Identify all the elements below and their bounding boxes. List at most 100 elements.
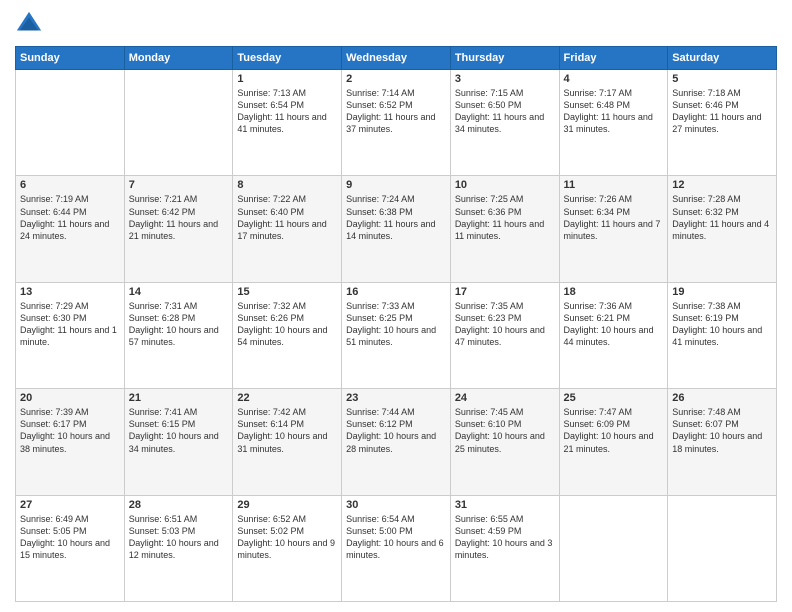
day-info: Sunrise: 6:55 AM Sunset: 4:59 PM Dayligh… [455,513,555,562]
day-cell: 27 Sunrise: 6:49 AM Sunset: 5:05 PM Dayli… [16,495,125,601]
day-number: 19 [672,286,772,298]
day-number: 20 [20,392,120,404]
day-number: 11 [564,179,664,191]
day-number: 14 [129,286,229,298]
day-number: 23 [346,392,446,404]
day-info: Sunrise: 7:42 AM Sunset: 6:14 PM Dayligh… [237,406,337,455]
day-number: 12 [672,179,772,191]
day-number: 8 [237,179,337,191]
weekday-header-row: SundayMondayTuesdayWednesdayThursdayFrid… [16,47,777,70]
day-info: Sunrise: 7:35 AM Sunset: 6:23 PM Dayligh… [455,300,555,349]
day-number: 24 [455,392,555,404]
day-number: 6 [20,179,120,191]
day-number: 22 [237,392,337,404]
day-number: 25 [564,392,664,404]
day-number: 29 [237,499,337,511]
day-number: 16 [346,286,446,298]
day-cell: 4 Sunrise: 7:17 AM Sunset: 6:48 PM Daylig… [559,70,668,176]
day-number: 2 [346,73,446,85]
weekday-header-thursday: Thursday [450,47,559,70]
day-number: 9 [346,179,446,191]
day-number: 5 [672,73,772,85]
day-info: Sunrise: 7:21 AM Sunset: 6:42 PM Dayligh… [129,193,229,242]
day-info: Sunrise: 7:48 AM Sunset: 6:07 PM Dayligh… [672,406,772,455]
day-cell: 22 Sunrise: 7:42 AM Sunset: 6:14 PM Dayli… [233,389,342,495]
day-number: 26 [672,392,772,404]
day-cell: 7 Sunrise: 7:21 AM Sunset: 6:42 PM Daylig… [124,176,233,282]
week-row-5: 27 Sunrise: 6:49 AM Sunset: 5:05 PM Dayli… [16,495,777,601]
day-info: Sunrise: 7:18 AM Sunset: 6:46 PM Dayligh… [672,87,772,136]
day-cell: 18Sunrise: 7:36 AM Sunset: 6:21 PM Dayli… [559,282,668,388]
day-info: Sunrise: 7:14 AM Sunset: 6:52 PM Dayligh… [346,87,446,136]
day-cell: 24 Sunrise: 7:45 AM Sunset: 6:10 PM Dayli… [450,389,559,495]
week-row-1: 1 Sunrise: 7:13 AM Sunset: 6:54 PM Daylig… [16,70,777,176]
day-cell: 14 Sunrise: 7:31 AM Sunset: 6:28 PM Dayli… [124,282,233,388]
weekday-header-tuesday: Tuesday [233,47,342,70]
day-info: Sunrise: 7:33 AM Sunset: 6:25 PM Dayligh… [346,300,446,349]
day-info: Sunrise: 7:24 AM Sunset: 6:38 PM Dayligh… [346,193,446,242]
day-info: Sunrise: 7:39 AM Sunset: 6:17 PM Dayligh… [20,406,120,455]
week-row-3: 13 Sunrise: 7:29 AM Sunset: 6:30 PM Dayli… [16,282,777,388]
day-number: 4 [564,73,664,85]
day-cell: 1 Sunrise: 7:13 AM Sunset: 6:54 PM Daylig… [233,70,342,176]
day-info: Sunrise: 6:54 AM Sunset: 5:00 PM Dayligh… [346,513,446,562]
day-cell: 3 Sunrise: 7:15 AM Sunset: 6:50 PM Daylig… [450,70,559,176]
day-info: Sunrise: 7:17 AM Sunset: 6:48 PM Dayligh… [564,87,664,136]
weekday-header-monday: Monday [124,47,233,70]
day-info: Sunrise: 7:22 AM Sunset: 6:40 PM Dayligh… [237,193,337,242]
day-cell [16,70,125,176]
day-cell: 21 Sunrise: 7:41 AM Sunset: 6:15 PM Dayli… [124,389,233,495]
day-cell: 15Sunrise: 7:32 AM Sunset: 6:26 PM Dayli… [233,282,342,388]
day-info: Sunrise: 7:45 AM Sunset: 6:10 PM Dayligh… [455,406,555,455]
day-number: 28 [129,499,229,511]
calendar: SundayMondayTuesdayWednesdayThursdayFrid… [15,46,777,602]
week-row-4: 20 Sunrise: 7:39 AM Sunset: 6:17 PM Dayli… [16,389,777,495]
day-info: Sunrise: 7:15 AM Sunset: 6:50 PM Dayligh… [455,87,555,136]
day-cell: 13 Sunrise: 7:29 AM Sunset: 6:30 PM Dayli… [16,282,125,388]
day-cell: 2 Sunrise: 7:14 AM Sunset: 6:52 PM Daylig… [342,70,451,176]
day-info: Sunrise: 7:19 AM Sunset: 6:44 PM Dayligh… [20,193,120,242]
day-cell: 16 Sunrise: 7:33 AM Sunset: 6:25 PM Dayli… [342,282,451,388]
day-info: Sunrise: 7:26 AM Sunset: 6:34 PM Dayligh… [564,193,664,242]
weekday-header-saturday: Saturday [668,47,777,70]
day-info: Sunrise: 7:13 AM Sunset: 6:54 PM Dayligh… [237,87,337,136]
day-info: Sunrise: 6:52 AM Sunset: 5:02 PM Dayligh… [237,513,337,562]
day-number: 30 [346,499,446,511]
day-cell: 25 Sunrise: 7:47 AM Sunset: 6:09 PM Dayli… [559,389,668,495]
day-number: 1 [237,73,337,85]
day-info: Sunrise: 7:25 AM Sunset: 6:36 PM Dayligh… [455,193,555,242]
day-cell [124,70,233,176]
day-cell: 20 Sunrise: 7:39 AM Sunset: 6:17 PM Dayli… [16,389,125,495]
day-number: 21 [129,392,229,404]
day-number: 7 [129,179,229,191]
weekday-header-wednesday: Wednesday [342,47,451,70]
day-cell [559,495,668,601]
day-cell: 11 Sunrise: 7:26 AM Sunset: 6:34 PM Dayli… [559,176,668,282]
day-info: Sunrise: 6:49 AM Sunset: 5:05 PM Dayligh… [20,513,120,562]
day-number: 27 [20,499,120,511]
day-number: 13 [20,286,120,298]
day-number: 15 [237,286,337,298]
day-cell: 29 Sunrise: 6:52 AM Sunset: 5:02 PM Dayli… [233,495,342,601]
day-cell: 12Sunrise: 7:28 AM Sunset: 6:32 PM Dayli… [668,176,777,282]
day-info: Sunrise: 7:41 AM Sunset: 6:15 PM Dayligh… [129,406,229,455]
day-cell: 28 Sunrise: 6:51 AM Sunset: 5:03 PM Dayli… [124,495,233,601]
day-cell: 5 Sunrise: 7:18 AM Sunset: 6:46 PM Daylig… [668,70,777,176]
day-cell: 6 Sunrise: 7:19 AM Sunset: 6:44 PM Daylig… [16,176,125,282]
day-info: Sunrise: 7:29 AM Sunset: 6:30 PM Dayligh… [20,300,120,349]
day-cell: 17 Sunrise: 7:35 AM Sunset: 6:23 PM Dayli… [450,282,559,388]
day-cell: 8 Sunrise: 7:22 AM Sunset: 6:40 PM Daylig… [233,176,342,282]
day-cell: 23 Sunrise: 7:44 AM Sunset: 6:12 PM Dayli… [342,389,451,495]
day-number: 3 [455,73,555,85]
day-info: Sunrise: 7:47 AM Sunset: 6:09 PM Dayligh… [564,406,664,455]
day-number: 31 [455,499,555,511]
day-cell: 19Sunrise: 7:38 AM Sunset: 6:19 PM Dayli… [668,282,777,388]
day-number: 17 [455,286,555,298]
day-number: 10 [455,179,555,191]
day-info: Sunrise: 6:51 AM Sunset: 5:03 PM Dayligh… [129,513,229,562]
day-info: Sunrise: 7:44 AM Sunset: 6:12 PM Dayligh… [346,406,446,455]
day-info: Sunrise: 7:31 AM Sunset: 6:28 PM Dayligh… [129,300,229,349]
logo [15,10,47,38]
logo-icon [15,10,43,38]
day-cell: 31 Sunrise: 6:55 AM Sunset: 4:59 PM Dayli… [450,495,559,601]
